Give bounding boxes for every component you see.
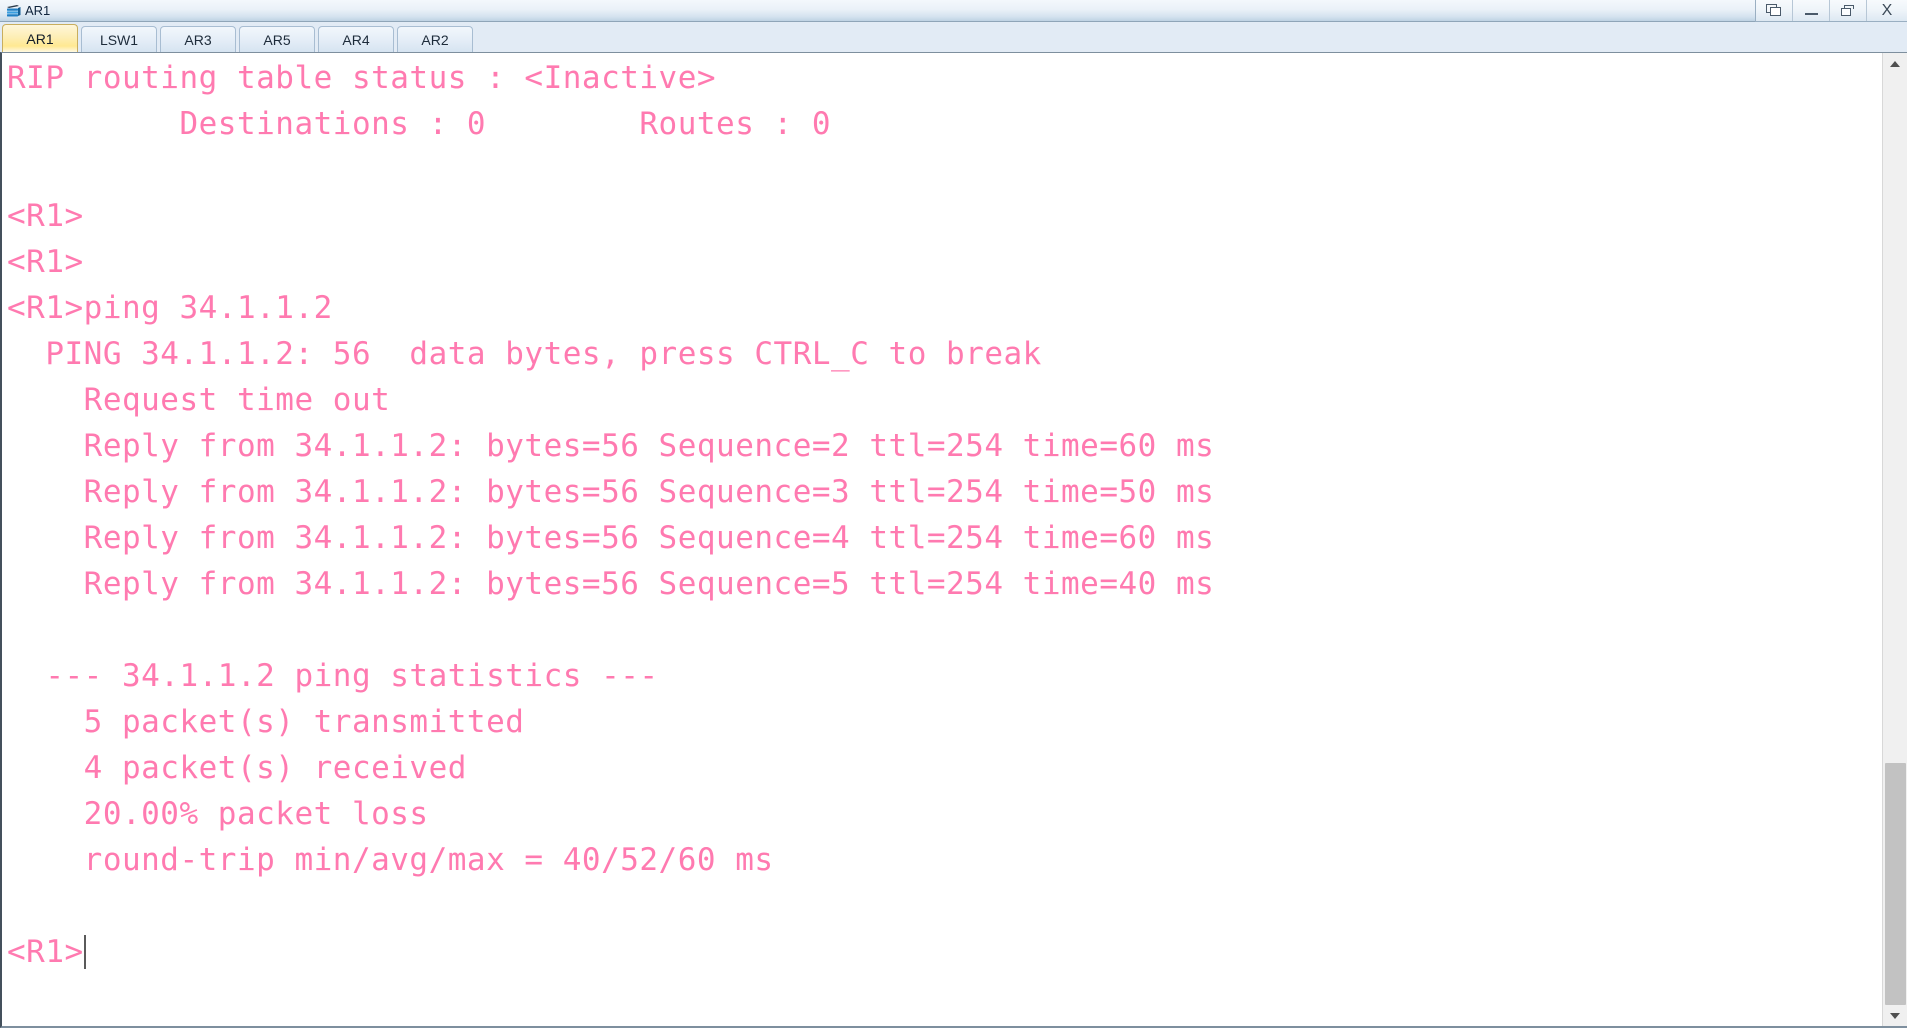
cli-line: Reply from 34.1.1.2: bytes=56 Sequence=4…: [7, 520, 1215, 556]
terminal-window: AR1 X AR1 LSW1 AR3 AR5 AR4 AR2 RIP routi…: [0, 0, 1907, 1028]
window-titlebar: AR1 X: [0, 0, 1907, 22]
scrollbar-track[interactable]: [1883, 74, 1907, 1005]
cli-line: 20.00% packet loss: [7, 796, 429, 832]
minimize-icon: [1804, 12, 1818, 15]
cli-line: --- 34.1.1.2 ping statistics ---: [7, 658, 659, 694]
cli-line: round-trip min/avg/max = 40/52/60 ms: [7, 842, 774, 878]
tab-label: AR1: [26, 30, 54, 47]
cli-line: [7, 883, 1882, 929]
tab-ar2[interactable]: AR2: [397, 26, 473, 52]
cli-line: <R1>: [7, 244, 84, 280]
scroll-down-button[interactable]: [1883, 1005, 1907, 1026]
cli-line: <R1>ping 34.1.1.2: [7, 290, 333, 326]
device-tabstrip: AR1 LSW1 AR3 AR5 AR4 AR2: [0, 22, 1907, 52]
cli-line: [7, 607, 1882, 653]
tab-label: AR2: [421, 31, 449, 48]
cli-line: Reply from 34.1.1.2: bytes=56 Sequence=2…: [7, 428, 1215, 464]
tab-label: AR4: [342, 31, 370, 48]
cli-line: Request time out: [7, 382, 391, 418]
scrollbar-thumb[interactable]: [1885, 762, 1906, 1005]
tab-ar1[interactable]: AR1: [2, 24, 78, 52]
scroll-down-icon: [1890, 1012, 1900, 1019]
console-area: RIP routing table status : <Inactive> De…: [0, 52, 1907, 1028]
tab-ar4[interactable]: AR4: [318, 26, 394, 52]
cli-line: Reply from 34.1.1.2: bytes=56 Sequence=3…: [7, 474, 1215, 510]
cli-line: 5 packet(s) transmitted: [7, 704, 525, 740]
tab-label: AR5: [263, 31, 291, 48]
router-icon: [4, 2, 22, 20]
tab-ar3[interactable]: AR3: [160, 26, 236, 52]
cli-line: 4 packet(s) received: [7, 750, 467, 786]
scroll-up-button[interactable]: [1883, 53, 1907, 74]
cli-prompt-line: <R1>: [7, 929, 1882, 975]
cascade-windows-button[interactable]: [1756, 0, 1793, 21]
close-button[interactable]: X: [1867, 0, 1907, 21]
tab-ar5[interactable]: AR5: [239, 26, 315, 52]
tab-lsw1[interactable]: LSW1: [81, 26, 157, 52]
text-caret: [83, 935, 86, 969]
window-controls: X: [1755, 0, 1907, 22]
cli-line: <R1>: [7, 198, 84, 234]
cli-output[interactable]: RIP routing table status : <Inactive> De…: [2, 53, 1882, 1026]
minimize-button[interactable]: [1793, 0, 1830, 21]
restore-button[interactable]: [1830, 0, 1867, 21]
restore-icon: [1841, 4, 1855, 17]
close-icon: X: [1881, 1, 1893, 19]
cli-line: RIP routing table status : <Inactive>: [7, 60, 717, 96]
scroll-up-icon: [1890, 60, 1900, 67]
cascade-windows-icon: [1766, 4, 1782, 17]
cli-line: PING 34.1.1.2: 56 data bytes, press CTRL…: [7, 336, 1042, 372]
vertical-scrollbar[interactable]: [1882, 53, 1907, 1026]
tab-label: LSW1: [99, 31, 139, 48]
cli-line: [7, 147, 1882, 193]
cli-prompt: <R1>: [7, 934, 84, 970]
cli-line: Reply from 34.1.1.2: bytes=56 Sequence=5…: [7, 566, 1215, 602]
window-title: AR1: [25, 2, 51, 18]
tab-label: AR3: [184, 31, 212, 48]
cli-line: Destinations : 0 Routes : 0: [7, 106, 832, 142]
